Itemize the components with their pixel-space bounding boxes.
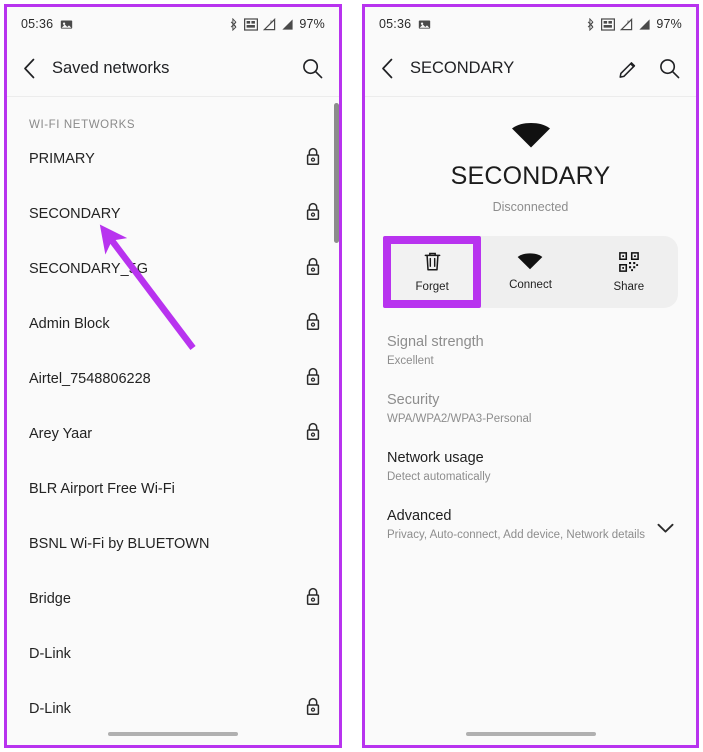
detail-advanced[interactable]: Advanced Privacy, Auto-connect, Add devi… xyxy=(365,508,696,541)
bluetooth-icon xyxy=(231,17,237,31)
network-name: BLR Airport Free Wi-Fi xyxy=(29,480,175,497)
network-name: D-Link xyxy=(29,645,71,662)
list-item[interactable]: BSNL Wi-Fi by BLUETOWN xyxy=(7,516,339,571)
detail-title: Network usage xyxy=(387,450,484,466)
qr-code-icon xyxy=(618,251,639,272)
network-name: SECONDARY xyxy=(29,205,121,222)
status-bar-left-group: 05:36 xyxy=(379,17,431,31)
detail-title: Advanced xyxy=(387,508,452,524)
network-name: PRIMARY xyxy=(29,150,95,167)
screenshot-icon xyxy=(419,19,431,29)
search-icon[interactable] xyxy=(302,58,323,79)
list-item[interactable]: SECONDARY_5G xyxy=(7,241,339,296)
action-label: Forget xyxy=(415,281,449,293)
status-bar-left-group: 05:36 xyxy=(21,17,73,31)
chevron-down-icon[interactable] xyxy=(657,521,674,539)
list-item[interactable]: D-Link xyxy=(7,681,339,736)
list-item[interactable]: Airtel_7548806228 xyxy=(7,351,339,406)
page-title: SECONDARY xyxy=(410,59,515,77)
network-name: Arey Yaar xyxy=(29,425,93,442)
detail-value: Privacy, Auto-connect, Add device, Netwo… xyxy=(387,529,646,541)
screenshot-icon xyxy=(61,19,73,29)
network-detail-phone-panel: 05:36 x x 97% SECONDARY SECONDARY Discon… xyxy=(362,4,699,748)
back-arrow-icon[interactable] xyxy=(381,58,394,79)
network-name: SECONDARY_5G xyxy=(29,260,148,277)
status-time: 05:36 xyxy=(379,17,412,31)
forget-button[interactable]: Forget xyxy=(383,236,482,308)
signal-sim1-icon: x xyxy=(263,17,276,30)
connect-button[interactable]: Connect xyxy=(481,236,579,308)
lock-icon xyxy=(305,367,321,391)
status-bar-right-group: x x 97% xyxy=(587,17,682,31)
status-bar-right: 05:36 x x 97% xyxy=(365,7,696,41)
network-action-bar: Forget Connect Share xyxy=(383,236,678,308)
list-item[interactable]: SECONDARY xyxy=(7,186,339,241)
trash-icon xyxy=(424,252,441,271)
list-item[interactable]: Arey Yaar xyxy=(7,406,339,461)
detail-value: Excellent xyxy=(387,355,434,367)
status-bar-right-group: x x 97% xyxy=(230,17,325,31)
wifi-icon xyxy=(511,123,550,148)
detail-value: WPA/WPA2/WPA3-Personal xyxy=(387,413,532,425)
search-icon[interactable] xyxy=(659,58,680,79)
lock-icon xyxy=(305,587,321,611)
share-button[interactable]: Share xyxy=(580,236,678,308)
left-app-bar-actions xyxy=(302,58,323,79)
status-bar-left: 05:36 x x 97% xyxy=(7,7,339,41)
network-name: Bridge xyxy=(29,590,71,607)
vibrate-icon xyxy=(244,17,259,31)
section-header-wifi-networks: WI-FI NETWORKS xyxy=(29,119,136,131)
detail-network-usage[interactable]: Network usage Detect automatically xyxy=(365,450,696,483)
list-scrollbar[interactable] xyxy=(334,103,339,243)
action-label: Share xyxy=(613,280,645,293)
pencil-icon[interactable] xyxy=(618,58,639,79)
detail-title: Signal strength xyxy=(387,334,484,350)
lock-icon xyxy=(305,202,321,226)
list-item[interactable]: Bridge xyxy=(7,571,339,626)
lock-icon xyxy=(305,147,321,171)
wifi-icon xyxy=(518,253,543,270)
signal-sim1-icon: x xyxy=(620,17,633,30)
detail-signal-strength[interactable]: Signal strength Excellent xyxy=(365,334,696,367)
list-item[interactable]: BLR Airport Free Wi-Fi xyxy=(7,461,339,516)
lock-icon xyxy=(305,312,321,336)
list-item[interactable]: D-Link xyxy=(7,626,339,681)
detail-value: Detect automatically xyxy=(387,471,491,483)
action-label: Connect xyxy=(509,279,552,291)
screenshot-stage: 05:36 x x 97% Saved networks WI-FI NETWO… xyxy=(0,0,703,752)
home-indicator xyxy=(108,732,238,736)
network-name: Admin Block xyxy=(29,315,110,332)
signal-sim2-icon: x xyxy=(639,19,650,30)
vibrate-icon xyxy=(601,17,616,31)
lock-icon xyxy=(305,422,321,446)
list-item[interactable]: Admin Block xyxy=(7,296,339,351)
battery-percent: 97% xyxy=(656,17,682,31)
battery-percent: 97% xyxy=(299,17,325,31)
lock-icon xyxy=(305,697,321,721)
right-app-bar: SECONDARY xyxy=(365,41,696,97)
network-hero: SECONDARY Disconnected xyxy=(365,97,696,214)
network-ssid: SECONDARY xyxy=(450,162,611,190)
detail-title: Security xyxy=(387,392,440,408)
detail-security[interactable]: Security WPA/WPA2/WPA3-Personal xyxy=(365,392,696,425)
lock-icon xyxy=(305,257,321,281)
network-name: Airtel_7548806228 xyxy=(29,370,151,387)
back-arrow-icon[interactable] xyxy=(23,58,36,79)
network-name: BSNL Wi-Fi by BLUETOWN xyxy=(29,535,210,552)
saved-networks-list: WI-FI NETWORKS PRIMARY SECONDARY SECONDA… xyxy=(7,97,339,745)
connection-status: Disconnected xyxy=(492,200,569,214)
home-indicator xyxy=(465,732,596,736)
status-time: 05:36 xyxy=(21,17,54,31)
page-title: Saved networks xyxy=(52,59,170,77)
bluetooth-icon xyxy=(588,17,594,31)
network-name: D-Link xyxy=(29,700,71,717)
left-app-bar: Saved networks xyxy=(7,41,339,97)
network-detail-list: Signal strength Excellent Security WPA/W… xyxy=(365,308,696,541)
signal-sim2-icon: x xyxy=(282,19,293,30)
list-item[interactable]: PRIMARY xyxy=(7,131,339,186)
right-app-bar-actions xyxy=(618,58,680,79)
saved-networks-phone-panel: 05:36 x x 97% Saved networks WI-FI NETWO… xyxy=(4,4,342,748)
